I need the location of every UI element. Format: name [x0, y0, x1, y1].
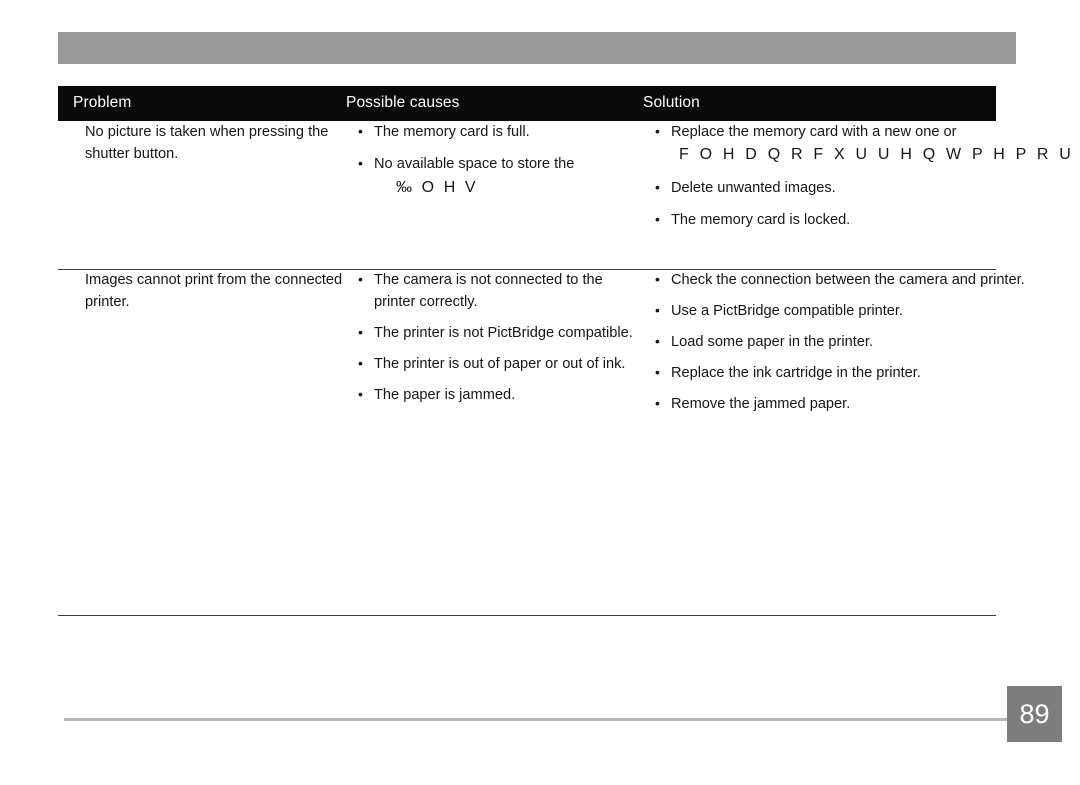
list-item: Delete unwanted images.	[655, 176, 1075, 199]
list-item: No available space to store the ‰ O H V	[358, 152, 648, 201]
problem-text: Images cannot print from the connected p…	[85, 272, 343, 310]
list-item: Check the connection between the camera …	[655, 268, 1075, 291]
cell-possible-causes: The camera is not connected to the print…	[358, 268, 648, 415]
list-item: The camera is not connected to the print…	[358, 268, 648, 313]
list-item: Replace the ink cartridge in the printer…	[655, 361, 1075, 384]
problem-text: No picture is taken when pressing the sh…	[85, 124, 329, 162]
footer-rule	[64, 718, 1014, 721]
solutions-list: Check the connection between the camera …	[655, 268, 1075, 415]
column-header-solution: Solution	[643, 94, 700, 111]
column-header-possible-causes: Possible causes	[346, 94, 460, 111]
header-gray-band	[58, 32, 1016, 64]
list-item: The memory card is full.	[358, 120, 648, 143]
causes-list: The camera is not connected to the print…	[358, 268, 648, 406]
garbled-encoded-text: ‰ O H V	[396, 179, 479, 196]
cell-solution: Replace the memory card with a new one o…	[655, 120, 1080, 241]
table-row: No picture is taken when pressing the sh…	[58, 120, 1080, 270]
page-number-box: 89	[1007, 686, 1062, 742]
table-header-row: Problem Possible causes Solution	[58, 86, 996, 121]
solutions-list: Replace the memory card with a new one o…	[655, 120, 1080, 231]
list-item: Load some paper in the printer.	[655, 330, 1075, 353]
column-header-problem: Problem	[73, 94, 132, 111]
table-row: Images cannot print from the connected p…	[58, 268, 1025, 616]
cell-solution: Check the connection between the camera …	[655, 268, 1075, 424]
list-item: The printer is out of paper or out of in…	[358, 352, 648, 375]
table-bottom-border	[58, 615, 996, 616]
cell-possible-causes: The memory card is full. No available sp…	[358, 120, 648, 211]
list-item-label: No available space to store the	[374, 156, 575, 172]
list-item: The paper is jammed.	[358, 383, 648, 406]
garbled-encoded-text: F O H D Q R F X U U H Q W P H P R U \ F	[679, 146, 1080, 163]
list-item: The printer is not PictBridge compatible…	[358, 321, 648, 344]
list-item: Replace the memory card with a new one o…	[655, 120, 1080, 167]
cell-problem: No picture is taken when pressing the sh…	[85, 121, 343, 165]
list-item: The memory card is locked.	[655, 208, 1075, 231]
page-number: 89	[1019, 698, 1050, 729]
cell-problem: Images cannot print from the connected p…	[85, 269, 343, 313]
causes-list: The memory card is full. No available sp…	[358, 120, 648, 201]
list-item-label: Replace the memory card with a new one o…	[671, 124, 957, 140]
list-item: Use a PictBridge compatible printer.	[655, 299, 1075, 322]
list-item: Remove the jammed paper.	[655, 392, 1075, 415]
table-body: No picture is taken when pressing the sh…	[58, 120, 1080, 616]
